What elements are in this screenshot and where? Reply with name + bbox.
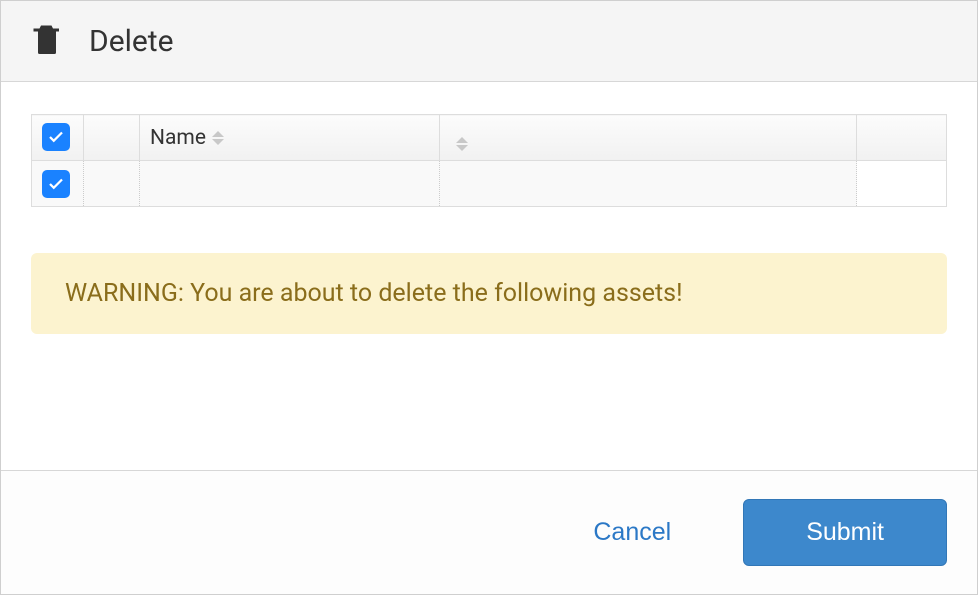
asset-table: Name <box>31 114 947 207</box>
row-checkbox[interactable] <box>42 170 70 198</box>
table-header-row: Name <box>32 115 947 161</box>
cancel-button[interactable]: Cancel <box>581 510 683 555</box>
header-name[interactable]: Name <box>140 115 440 161</box>
dialog-footer: Cancel Submit <box>1 470 977 594</box>
table-row <box>32 161 947 207</box>
header-checkbox-cell <box>32 115 84 161</box>
sort-icon <box>456 137 468 151</box>
warning-banner: WARNING: You are about to delete the fol… <box>31 253 947 334</box>
row-checkbox-cell <box>32 161 84 207</box>
header-end <box>857 115 947 161</box>
header-empty-sortable[interactable] <box>440 115 857 161</box>
select-all-checkbox[interactable] <box>42 123 70 151</box>
delete-dialog: Delete Name <box>0 0 978 595</box>
dialog-header: Delete <box>1 1 977 82</box>
dialog-content: Name <box>1 82 977 470</box>
column-label-name: Name <box>150 126 206 150</box>
sort-icon <box>212 131 224 145</box>
trash-icon <box>29 21 65 61</box>
row-end-cell <box>857 161 947 207</box>
row-name-cell <box>140 161 440 207</box>
row-mid-cell <box>440 161 857 207</box>
dialog-title: Delete <box>89 24 174 59</box>
row-spacer <box>84 161 140 207</box>
submit-button[interactable]: Submit <box>743 499 947 566</box>
header-spacer <box>84 115 140 161</box>
